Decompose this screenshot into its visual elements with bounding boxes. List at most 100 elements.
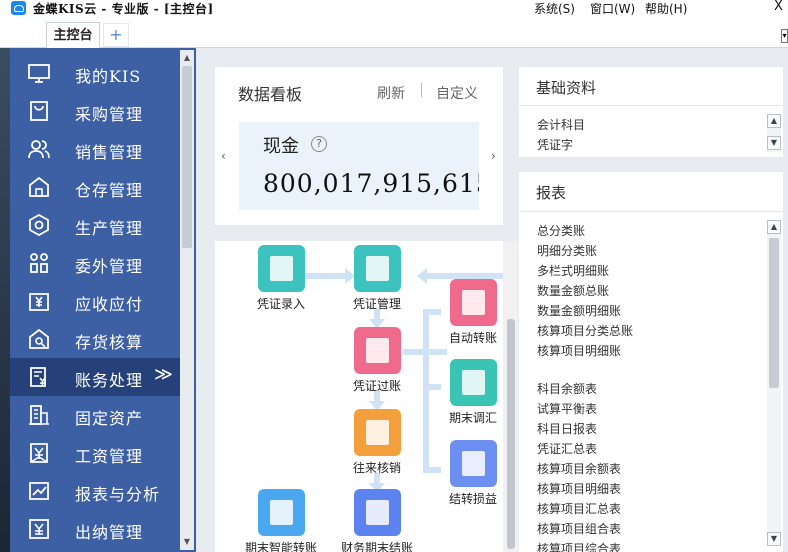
flow-node-smart-transfer[interactable]: 期末智能转账 — [241, 489, 321, 552]
list-item[interactable]: 数量金额明细账 — [537, 302, 621, 319]
title-bar: 金蝶KIS云 - 专业版 - [主控台] 系统(S) 窗口(W) 帮助(H) X — [0, 0, 788, 17]
sidebar-item-my-kis[interactable]: 我的KIS — [10, 54, 180, 92]
list-item[interactable]: 总分类账 — [537, 222, 585, 239]
list-item[interactable]: 核算项目组合表 — [537, 520, 621, 537]
node-label: 财务期末结账 — [340, 541, 413, 552]
voucher-entry-icon — [257, 245, 305, 292]
sidebar-item-label: 应收应付 — [75, 295, 144, 314]
tab-bar: 主控台 + ▾ — [0, 17, 788, 48]
tab-scroll-icon[interactable]: ▾ — [781, 29, 788, 43]
list-item[interactable]: 数量金额总账 — [537, 282, 609, 299]
divider — [421, 83, 422, 97]
scroll-down-icon[interactable]: ▼ — [767, 136, 781, 150]
list-item[interactable]: 核算项目明细账 — [537, 342, 621, 359]
window-title: 金蝶KIS云 - 专业版 - [主控台] — [33, 2, 214, 16]
scroll-down-icon[interactable]: ▼ — [767, 532, 781, 546]
node-label: 凭证过账 — [352, 379, 401, 393]
node-label: 自动转账 — [448, 331, 497, 345]
scroll-up-icon[interactable]: ▲ — [767, 114, 781, 128]
sidebar-item-reports-analysis[interactable]: 报表与分析 — [10, 472, 180, 510]
sidebar-scroll-thumb[interactable] — [182, 66, 192, 248]
menu-window[interactable]: 窗口(W) — [590, 0, 635, 17]
sidebar-item-receivable-payable[interactable]: 应收应付 — [10, 282, 180, 320]
connector — [423, 309, 429, 471]
sidebar-item-label: 我的KIS — [75, 67, 142, 86]
add-tab-button[interactable]: + — [103, 23, 129, 47]
users-icon — [28, 140, 50, 159]
customize-button[interactable]: 自定义 — [436, 83, 478, 103]
list-item[interactable]: 科目日报表 — [537, 420, 597, 437]
sidebar-item-label: 采购管理 — [75, 105, 144, 124]
reports-panel: 报表 总分类账 明细分类账 多栏式明细账 数量金额总账 数量金额明细账 核算项目… — [519, 172, 783, 552]
cash-card[interactable]: 现金 ? 800,017,915,615 — [239, 122, 479, 210]
menu-system[interactable]: 系统(S) — [534, 0, 575, 17]
sidebar-item-stock-costing[interactable]: 存货核算 — [10, 320, 180, 358]
list-item[interactable]: 凭证汇总表 — [537, 440, 597, 457]
node-label: 凭证录入 — [256, 297, 305, 311]
payroll-icon — [30, 443, 48, 463]
flow-node-reconciliation[interactable]: 往来核销 — [337, 409, 417, 476]
close-button[interactable]: X — [774, 0, 783, 14]
sidebar-item-label: 固定资产 — [75, 409, 144, 428]
hexagon-gear-icon — [29, 214, 49, 236]
list-item[interactable]: 核算项目明细表 — [537, 480, 621, 497]
sidebar-item-cashier[interactable]: 出纳管理 — [10, 510, 180, 548]
list-item[interactable]: 试算平衡表 — [537, 400, 597, 417]
list-item[interactable]: 核算项目汇总表 — [537, 500, 621, 517]
sidebar-item-fixed-assets[interactable]: 固定资产 — [10, 396, 180, 434]
workflow-panel: 凭证录入 凭证管理 自动转账 凭证过账 期末调汇 往来核销 结转损益 期末智能转… — [215, 241, 518, 552]
node-label: 期末智能转账 — [244, 541, 317, 552]
flow-node-voucher-posting[interactable]: 凭证过账 — [337, 327, 417, 394]
sidebar-item-inventory[interactable]: 仓存管理 — [10, 168, 180, 206]
tab-main-console[interactable]: 主控台 — [46, 22, 100, 48]
basic-info-title: 基础资料 — [536, 79, 597, 97]
list-item[interactable]: 会计科目 — [537, 116, 585, 133]
scroll-down-icon[interactable]: ▼ — [180, 536, 194, 548]
outsource-icon — [30, 253, 48, 273]
next-arrow-icon[interactable]: › — [491, 149, 496, 163]
flow-node-auto-transfer[interactable]: 自动转账 — [433, 279, 513, 346]
sidebar-item-production[interactable]: 生产管理 — [10, 206, 180, 244]
flow-node-voucher-entry[interactable]: 凭证录入 — [241, 245, 321, 312]
reports-scroll-thumb[interactable] — [769, 238, 779, 388]
expand-chevron-icon[interactable]: ≫ — [154, 364, 173, 385]
auto-transfer-icon — [449, 279, 497, 326]
list-item[interactable]: 多栏式明细账 — [537, 262, 609, 279]
help-icon[interactable]: ? — [311, 136, 327, 152]
flow-node-period-close[interactable]: 财务期末结账 — [337, 489, 417, 552]
warehouse-icon — [29, 176, 49, 197]
sidebar-item-payroll[interactable]: 工资管理 — [10, 434, 180, 472]
list-item[interactable]: 核算项目分类总账 — [537, 322, 633, 339]
flow-node-carry-forward-profit-loss[interactable]: 结转损益 — [433, 440, 513, 507]
reports-scrollbar[interactable]: ▲ ▼ — [767, 220, 781, 546]
house-search-icon — [29, 328, 49, 349]
flow-node-period-end-exchange[interactable]: 期末调汇 — [433, 359, 513, 426]
flow-node-voucher-management[interactable]: 凭证管理 — [337, 245, 417, 312]
flow-scroll-thumb[interactable] — [507, 319, 515, 549]
list-item[interactable]: 核算项目综合表 — [537, 540, 621, 552]
sidebar-item-outsourcing[interactable]: 委外管理 — [10, 244, 180, 282]
basic-info-scrollbar[interactable]: ▲ ▼ — [767, 114, 781, 152]
sidebar-item-purchase[interactable]: 采购管理 — [10, 92, 180, 130]
refresh-button[interactable]: 刷新 — [377, 83, 405, 103]
sidebar-item-label: 仓存管理 — [75, 181, 144, 200]
arrow-head-icon — [417, 268, 427, 284]
scroll-up-icon[interactable]: ▲ — [767, 220, 781, 234]
divider — [519, 211, 783, 212]
divider — [519, 105, 783, 106]
list-item[interactable]: 明细分类账 — [537, 242, 597, 259]
reports-title: 报表 — [536, 184, 567, 202]
menu-help[interactable]: 帮助(H) — [645, 0, 687, 17]
flow-scrollbar[interactable] — [503, 241, 518, 552]
prev-arrow-icon[interactable]: ‹ — [221, 149, 226, 163]
list-item[interactable]: 凭证字 — [537, 136, 573, 153]
kis-cloud-icon — [11, 1, 26, 15]
list-item[interactable]: 科目余额表 — [537, 380, 597, 397]
list-item[interactable]: 核算项目余额表 — [537, 460, 621, 477]
sidebar-item-sales[interactable]: 销售管理 — [10, 130, 180, 168]
sidebar-item-accounting[interactable]: 账务处理 ≫ — [10, 358, 180, 396]
sidebar-item-label: 存货核算 — [75, 333, 144, 352]
node-label: 期末调汇 — [448, 411, 497, 425]
sidebar-item-label: 出纳管理 — [75, 523, 144, 542]
scroll-up-icon[interactable]: ▲ — [180, 52, 194, 64]
